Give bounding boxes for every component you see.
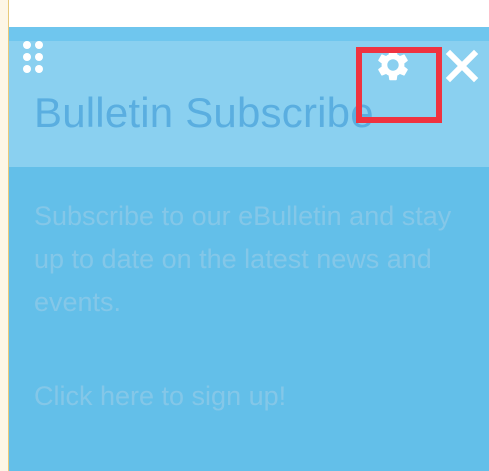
drag-handle-icon[interactable] (23, 41, 53, 81)
left-border (0, 0, 9, 471)
widget-header-strip (9, 27, 489, 41)
widget-title: Bulletin Subscribe (34, 89, 374, 136)
signup-link[interactable]: Click here to sign up! (34, 381, 286, 412)
close-button[interactable] (441, 45, 483, 87)
page: Bulletin Subscribe Subscribe to our eBul… (0, 0, 489, 471)
gear-icon (378, 49, 408, 81)
widget-header: Bulletin Subscribe (9, 27, 489, 167)
close-icon (445, 49, 479, 83)
settings-button[interactable] (371, 43, 415, 87)
bulletin-widget: Bulletin Subscribe Subscribe to our eBul… (9, 27, 489, 471)
widget-description: Subscribe to our eBulletin and stay up t… (34, 201, 452, 317)
